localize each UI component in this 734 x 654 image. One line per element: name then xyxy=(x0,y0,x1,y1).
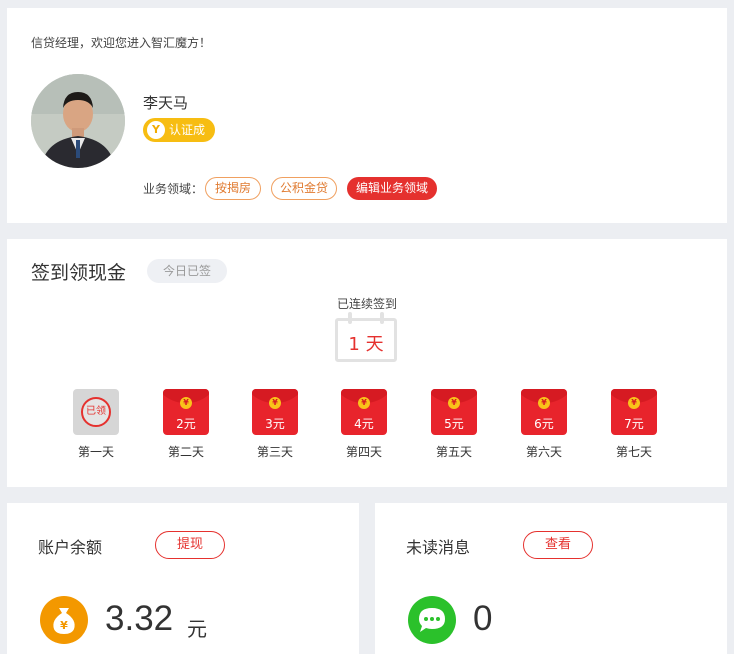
signin-day-6[interactable]: ¥ 6元 第六天 xyxy=(504,389,584,460)
messages-card: 未读消息 查看 0 xyxy=(375,503,727,654)
profile-card: 信贷经理，欢迎您进入智汇魔方！ 李天马 Y 认证成 业务领域： 按揭房 公积金贷… xyxy=(7,8,727,223)
user-name: 李天马 xyxy=(143,94,189,112)
verified-badge-label: 认证成 xyxy=(169,123,206,137)
money-bag-icon: ¥ xyxy=(40,596,88,644)
envelope-amount: 2元 xyxy=(176,417,196,431)
balance-title: 账户余额 xyxy=(38,538,103,557)
envelope-amount: 3元 xyxy=(265,417,285,431)
claimed-stamp: 已领 xyxy=(81,397,111,427)
day-label: 第一天 xyxy=(77,445,114,459)
chat-bubble-icon xyxy=(408,596,456,644)
red-envelope-icon: ¥ 3元 xyxy=(252,389,298,435)
signin-day-4[interactable]: ¥ 4元 第四天 xyxy=(324,389,404,460)
red-envelope-icon: ¥ 4元 xyxy=(341,389,387,435)
claimed-envelope-icon: 已领 xyxy=(73,389,119,435)
red-envelope-icon: ¥ 2元 xyxy=(163,389,209,435)
business-field-label: 业务领域： xyxy=(143,182,204,196)
signin-title: 签到领现金 xyxy=(31,262,127,284)
envelope-amount: 7元 xyxy=(624,417,644,431)
streak-value: 1 天 xyxy=(348,334,384,355)
day-label: 第七天 xyxy=(615,445,652,459)
edit-business-field-button[interactable]: 编辑业务领域 xyxy=(347,177,437,200)
signin-day-7[interactable]: ¥ 7元 第七天 xyxy=(594,389,674,460)
verified-icon: Y xyxy=(147,121,165,139)
signin-day-2[interactable]: ¥ 2元 第二天 xyxy=(146,389,226,460)
envelope-amount: 4元 xyxy=(354,417,374,431)
avatar[interactable] xyxy=(31,74,125,168)
red-envelope-icon: ¥ 6元 xyxy=(521,389,567,435)
envelope-amount: 5元 xyxy=(444,417,464,431)
messages-title: 未读消息 xyxy=(406,538,471,557)
day-label: 第六天 xyxy=(525,445,562,459)
day-label: 第二天 xyxy=(167,445,204,459)
red-envelope-icon: ¥ 5元 xyxy=(431,389,477,435)
day-label: 第三天 xyxy=(256,445,293,459)
view-messages-button[interactable]: 查看 xyxy=(523,531,593,559)
signin-day-5[interactable]: ¥ 5元 第五天 xyxy=(414,389,494,460)
calendar-icon: 1 天 xyxy=(335,312,397,362)
signin-status-badge: 今日已签 xyxy=(147,259,227,283)
signin-card: 签到领现金 今日已签 已连续签到 1 天 已领 第一天 ¥ 2元 第二天 ¥ 3… xyxy=(7,239,727,487)
balance-unit: 元 xyxy=(187,617,207,641)
svg-text:¥: ¥ xyxy=(60,619,68,632)
envelope-amount: 6元 xyxy=(534,417,554,431)
signin-day-3[interactable]: ¥ 3元 第三天 xyxy=(235,389,315,460)
welcome-text: 信贷经理，欢迎您进入智汇魔方！ xyxy=(31,36,212,50)
day-label: 第四天 xyxy=(345,445,382,459)
tag-mortgage: 按揭房 xyxy=(205,177,261,200)
balance-amount: 3.32 xyxy=(105,599,174,638)
tag-provident-fund-loan: 公积金贷 xyxy=(271,177,337,200)
verified-badge: Y 认证成 xyxy=(143,118,215,142)
withdraw-button[interactable]: 提现 xyxy=(155,531,225,559)
balance-card: 账户余额 提现 ¥ 3.32 元 xyxy=(7,503,359,654)
signin-day-1[interactable]: 已领 第一天 xyxy=(56,389,136,460)
unread-count: 0 xyxy=(473,599,493,638)
red-envelope-icon: ¥ 7元 xyxy=(611,389,657,435)
streak-label: 已连续签到 xyxy=(336,297,397,311)
day-label: 第五天 xyxy=(435,445,472,459)
